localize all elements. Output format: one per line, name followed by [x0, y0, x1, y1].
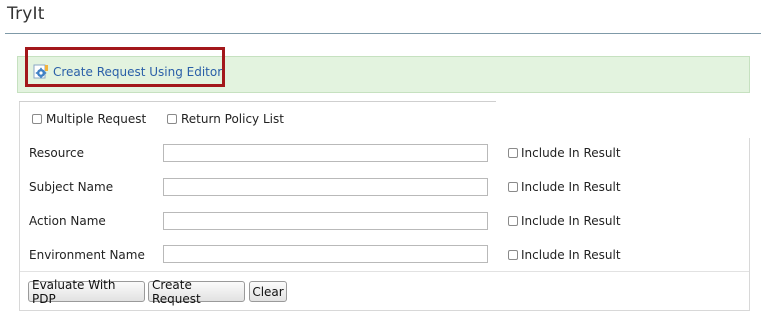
page-title: TryIt [7, 4, 45, 24]
action-name-include-checkbox[interactable] [508, 216, 518, 226]
evaluate-with-pdp-button[interactable]: Evaluate With PDP [28, 278, 145, 306]
subject-name-label: Subject Name [29, 180, 114, 194]
resource-include-option[interactable]: Include In Result [508, 146, 621, 160]
return-policy-list-option[interactable]: Return Policy List [167, 112, 284, 126]
create-request-button[interactable]: Create Request [148, 278, 245, 306]
resource-label: Resource [29, 146, 85, 160]
resource-include-checkbox[interactable] [508, 148, 518, 158]
subject-name-include-option[interactable]: Include In Result [508, 180, 621, 194]
action-name-label: Action Name [29, 214, 106, 228]
environment-name-include-option[interactable]: Include In Result [508, 248, 621, 262]
gear-edit-icon [33, 64, 49, 80]
environment-name-input[interactable] [163, 245, 488, 263]
action-name-input[interactable] [163, 212, 488, 230]
request-form-footer-divider [20, 271, 749, 272]
subject-name-include-checkbox[interactable] [508, 182, 518, 192]
environment-name-label: Environment Name [29, 248, 145, 262]
action-name-include-label: Include In Result [521, 214, 621, 228]
subject-name-input[interactable] [163, 178, 488, 196]
resource-include-label: Include In Result [521, 146, 621, 160]
action-name-include-option[interactable]: Include In Result [508, 214, 621, 228]
clear-button[interactable]: Clear [249, 281, 287, 302]
create-request-editor-label: Create Request Using Editor [53, 65, 223, 79]
return-policy-list-label: Return Policy List [181, 112, 284, 126]
title-divider [5, 33, 761, 34]
create-request-editor-link[interactable]: Create Request Using Editor [33, 64, 222, 80]
request-form-right-border [749, 138, 750, 310]
environment-name-include-label: Include In Result [521, 248, 621, 262]
multiple-request-label: Multiple Request [46, 112, 147, 126]
environment-name-include-checkbox[interactable] [508, 250, 518, 260]
multiple-request-option[interactable]: Multiple Request [32, 112, 146, 126]
subject-name-include-label: Include In Result [521, 180, 621, 194]
resource-input[interactable] [163, 144, 488, 162]
request-form-top-border [19, 101, 496, 102]
multiple-request-checkbox[interactable] [32, 114, 42, 124]
return-policy-list-checkbox[interactable] [167, 114, 177, 124]
